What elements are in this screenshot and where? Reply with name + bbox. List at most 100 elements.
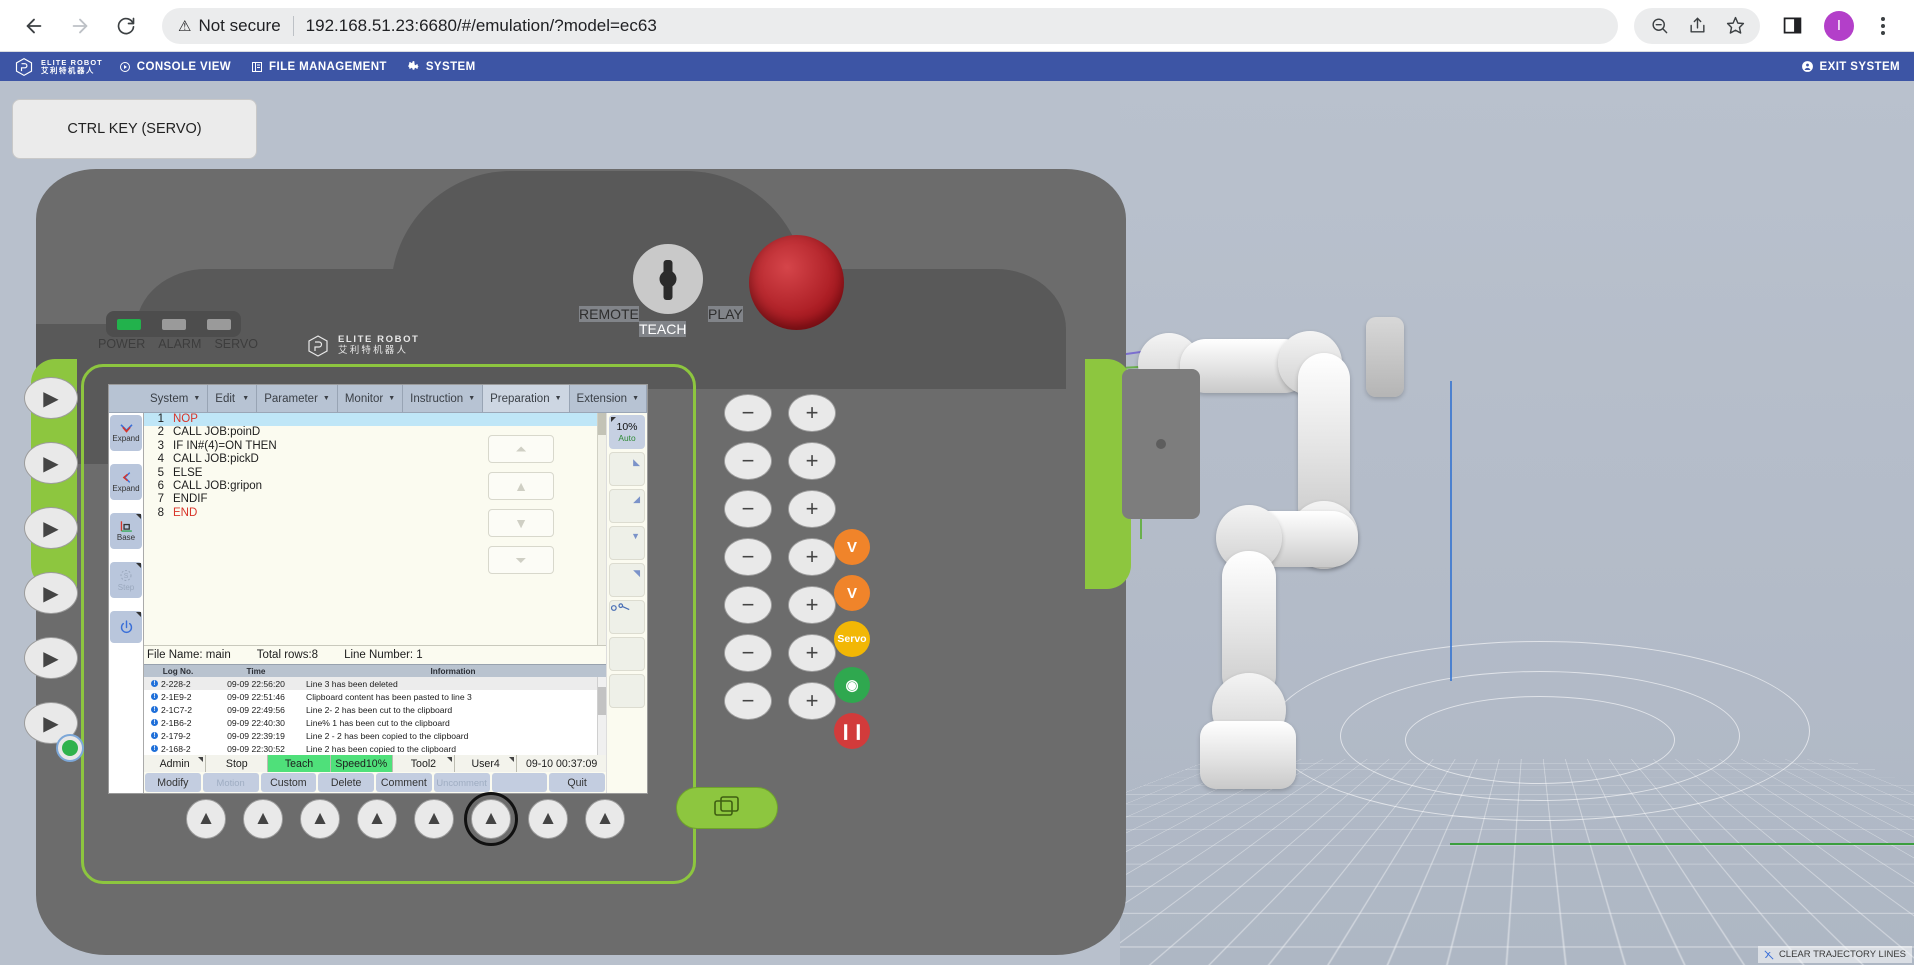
v2-button[interactable]: V [834, 575, 870, 611]
security-indicator[interactable]: ⚠ Not secure [178, 16, 281, 36]
bottom-key-7[interactable]: ▲ [528, 799, 568, 839]
softkey-custom[interactable]: Custom [260, 773, 317, 792]
emergency-stop-button[interactable] [749, 235, 844, 330]
bottom-key-6[interactable]: ▲ [464, 792, 518, 846]
left-arrow-button-5[interactable]: ▶ [24, 637, 78, 679]
keypad-plus-2[interactable]: + [788, 442, 836, 480]
speed-indicator[interactable]: 10% Auto [609, 415, 645, 449]
bottom-key-4[interactable]: ▲ [357, 799, 397, 839]
left-arrow-button-2[interactable]: ▶ [24, 442, 78, 484]
log-scrollbar[interactable] [597, 677, 606, 755]
status-run-state[interactable]: Stop [206, 755, 269, 772]
keypad-plus-3[interactable]: + [788, 490, 836, 528]
reload-button[interactable] [106, 6, 146, 46]
table-row[interactable]: ! 2-168-2 09-09 22:30:52 Line 2 has been… [144, 742, 606, 755]
softkey-comment[interactable]: Comment [376, 773, 432, 792]
scroll-bottom-button[interactable]: ⏷ [488, 546, 554, 574]
softkey-empty[interactable] [491, 773, 548, 792]
side-panel-button[interactable] [1772, 6, 1812, 46]
power-button[interactable] [110, 611, 142, 643]
v1-button[interactable]: V [834, 529, 870, 565]
table-row[interactable]: ! 2-179-2 09-09 22:39:19 Line 2 - 2 has … [144, 729, 606, 742]
bottom-key-3[interactable]: ▲ [300, 799, 340, 839]
base-coordinate-button[interactable]: Base [110, 513, 142, 549]
left-arrow-button-3[interactable]: ▶ [24, 507, 78, 549]
menu-monitor[interactable]: Monitor ▼ [337, 385, 404, 412]
robot-3d-viewport[interactable]: CLEAR TRAJECTORY LINES [1120, 81, 1914, 965]
status-speed[interactable]: Speed10% [330, 755, 393, 772]
log-table-body[interactable]: ! 2-228-2 09-09 22:56:20 Line 3 has been… [144, 677, 606, 755]
keypad-plus-1[interactable]: + [788, 394, 836, 432]
softkey-motion[interactable]: Motion [202, 773, 259, 792]
bottom-key-8[interactable]: ▲ [585, 799, 625, 839]
status-tool[interactable]: Tool2 [392, 755, 456, 772]
left-arrow-button-4[interactable]: ▶ [24, 572, 78, 614]
keypad-minus-4[interactable]: − [724, 538, 772, 576]
right-rail-button-1[interactable]: ◣ [609, 452, 645, 486]
keypad-minus-1[interactable]: − [724, 394, 772, 432]
start-button[interactable]: ◉ [834, 667, 870, 703]
menu-instruction[interactable]: Instruction ▼ [403, 385, 484, 412]
scrollbar-thumb[interactable] [598, 413, 606, 435]
address-bar[interactable]: ⚠ Not secure 192.168.51.23:6680/#/emulat… [162, 7, 1618, 44]
mode-selector-knob[interactable] [633, 244, 703, 314]
nav-system[interactable]: SYSTEM [407, 60, 476, 73]
table-row[interactable]: ! 2-1E9-2 09-09 22:51:46 Clipboard conte… [144, 690, 606, 703]
forward-button[interactable] [60, 6, 100, 46]
keypad-plus-6[interactable]: + [788, 634, 836, 672]
ctrl-key-button[interactable]: CTRL KEY (SERVO) [12, 99, 257, 159]
keypad-plus-7[interactable]: + [788, 682, 836, 720]
program-code-area[interactable]: 1 NOP 2 CALL JOB:poinD 3 IF IN#(4)=ON TH… [144, 413, 606, 645]
exit-system-button[interactable]: EXIT SYSTEM [1801, 60, 1900, 73]
keypad-minus-5[interactable]: − [724, 586, 772, 624]
menu-preparation[interactable]: Preparation ▼ [483, 385, 570, 412]
scrollbar-thumb[interactable] [598, 687, 606, 715]
bottom-key-1[interactable]: ▲ [186, 799, 226, 839]
softkey-uncomment[interactable]: Uncomment [433, 773, 490, 792]
right-rail-button-5[interactable] [609, 600, 645, 634]
menu-edit[interactable]: Edit ▼ [208, 385, 258, 412]
pause-button[interactable]: ❙❙ [834, 713, 870, 749]
nav-file-management[interactable]: FILE MANAGEMENT [251, 61, 387, 73]
right-rail-button-4[interactable]: ◥ [609, 563, 645, 597]
expand-left-button[interactable]: Expand [110, 464, 142, 500]
clear-trajectory-button[interactable]: CLEAR TRAJECTORY LINES [1757, 946, 1912, 963]
code-line[interactable]: 1 NOP [144, 413, 606, 427]
expand-down-button[interactable]: Expand [110, 415, 142, 451]
table-row[interactable]: ! 2-1B6-2 09-09 22:40:30 Line% 1 has bee… [144, 716, 606, 729]
keypad-minus-7[interactable]: − [724, 682, 772, 720]
softkey-modify[interactable]: Modify [145, 773, 201, 792]
bottom-key-2[interactable]: ▲ [243, 799, 283, 839]
softkey-quit[interactable]: Quit [549, 773, 605, 792]
scroll-top-button[interactable]: ⏶ [488, 435, 554, 463]
keypad-minus-6[interactable]: − [724, 634, 772, 672]
status-mode[interactable]: Teach [268, 755, 331, 772]
right-rail-button-7[interactable] [609, 674, 645, 708]
menu-system[interactable]: System ▼ [143, 385, 209, 412]
softkey-delete[interactable]: Delete [318, 773, 374, 792]
program-scrollbar[interactable] [597, 413, 606, 645]
status-user-frame[interactable]: User4 [455, 755, 518, 772]
table-row[interactable]: ! 2-228-2 09-09 22:56:20 Line 3 has been… [144, 677, 606, 690]
bookmark-button[interactable] [1718, 9, 1752, 43]
menu-parameter[interactable]: Parameter ▼ [257, 385, 338, 412]
right-rail-button-2[interactable]: ◢ [609, 489, 645, 523]
step-button[interactable]: S Step [110, 562, 142, 598]
nav-console-view[interactable]: CONSOLE VIEW [119, 61, 231, 73]
back-button[interactable] [14, 6, 54, 46]
keypad-plus-5[interactable]: + [788, 586, 836, 624]
enable-button[interactable] [676, 787, 778, 829]
browser-menu-button[interactable] [1866, 9, 1900, 43]
scroll-down-button[interactable]: ▼ [488, 509, 554, 537]
keypad-minus-2[interactable]: − [724, 442, 772, 480]
share-button[interactable] [1680, 9, 1714, 43]
left-arrow-button-1[interactable]: ▶ [24, 377, 78, 419]
bottom-key-5[interactable]: ▲ [414, 799, 454, 839]
zoom-out-button[interactable] [1642, 9, 1676, 43]
menu-extension[interactable]: Extension ▼ [569, 385, 647, 412]
table-row[interactable]: ! 2-1C7-2 09-09 22:49:56 Line 2- 2 has b… [144, 703, 606, 716]
right-rail-button-6[interactable] [609, 637, 645, 671]
right-rail-button-3[interactable]: ▼ [609, 526, 645, 560]
scroll-up-button[interactable]: ▲ [488, 472, 554, 500]
keypad-minus-3[interactable]: − [724, 490, 772, 528]
